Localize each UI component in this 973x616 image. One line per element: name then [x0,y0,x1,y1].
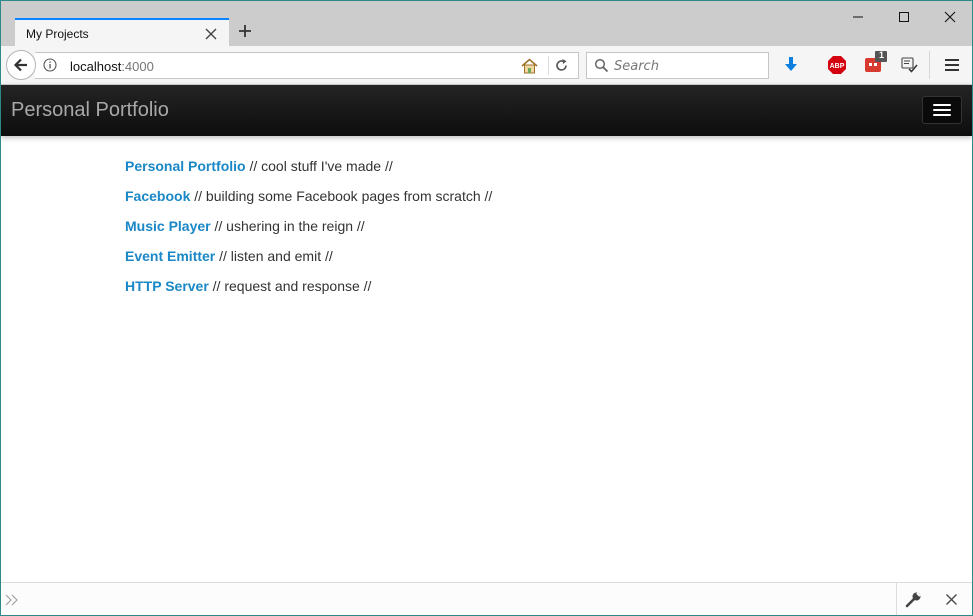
project-description: // building some Facebook pages from scr… [190,188,493,204]
list-item: HTTP Server // request and response // [125,278,492,308]
adblock-plus-icon[interactable]: ABP [827,55,847,75]
tab-strip: My Projects [1,1,972,47]
hamburger-menu-icon[interactable] [942,55,962,75]
home-icon[interactable] [521,58,538,74]
minimize-icon[interactable] [845,6,871,28]
url-bar[interactable]: localhost:4000 [35,52,579,79]
divider [548,56,549,75]
browser-window: My Projects localhost:4000 Search ABP 1 … [0,0,973,616]
extension-icon[interactable]: 1 [864,50,887,75]
tab-title: My Projects [26,27,89,41]
back-arrow-icon [13,58,27,72]
developer-command-input[interactable] [25,588,889,611]
tab-my-projects[interactable]: My Projects [15,18,229,47]
project-description: // listen and emit // [215,248,333,264]
list-item: Facebook // building some Facebook pages… [125,188,492,218]
list-item: Personal Portfolio // cool stuff I've ma… [125,158,492,188]
developer-toolbar [1,582,972,615]
search-bar[interactable] [586,52,769,79]
close-icon[interactable] [945,593,958,606]
notification-badge: 1 [879,50,885,60]
maximize-icon[interactable] [891,6,917,28]
project-link-http-server[interactable]: HTTP Server [125,278,209,294]
reload-icon[interactable] [554,58,569,73]
site-navbar: Personal Portfolio [1,85,972,136]
search-input[interactable] [612,56,766,77]
project-link-event-emitter[interactable]: Event Emitter [125,248,215,264]
hamburger-bar [933,114,951,116]
close-icon[interactable] [204,27,218,41]
navigation-toolbar: localhost:4000 ABP [1,46,972,85]
divider [896,583,897,615]
project-description: // ushering in the reign // [210,218,365,234]
hamburger-bar [933,104,951,106]
info-icon[interactable] [43,58,57,72]
project-description: // cool stuff I've made // [245,158,393,174]
url-host: localhost [70,59,122,74]
double-chevron-icon[interactable] [5,593,19,606]
url-text[interactable]: localhost:4000 [70,59,154,74]
wrench-icon[interactable] [905,591,922,608]
hamburger-bar [933,109,951,111]
project-description: // request and response // [208,278,372,294]
project-link-music-player[interactable]: Music Player [125,218,211,234]
close-window-icon[interactable] [937,6,963,28]
list-item: Music Player // ushering in the reign // [125,218,492,248]
list-item: Event Emitter // listen and emit // [125,248,492,278]
svg-text:ABP: ABP [830,63,845,70]
navbar-toggle-button[interactable] [922,96,962,124]
search-icon [594,58,609,73]
divider [929,51,930,79]
back-button[interactable] [6,50,36,80]
project-link-facebook[interactable]: Facebook [125,188,190,204]
screenshot-check-icon[interactable] [899,55,919,75]
download-arrow-icon[interactable] [781,55,801,75]
plus-icon[interactable] [237,23,253,39]
project-list: Personal Portfolio // cool stuff I've ma… [125,158,492,308]
url-port: :4000 [121,59,154,74]
project-link-personal-portfolio[interactable]: Personal Portfolio [125,158,246,174]
site-brand-link[interactable]: Personal Portfolio [11,99,169,122]
